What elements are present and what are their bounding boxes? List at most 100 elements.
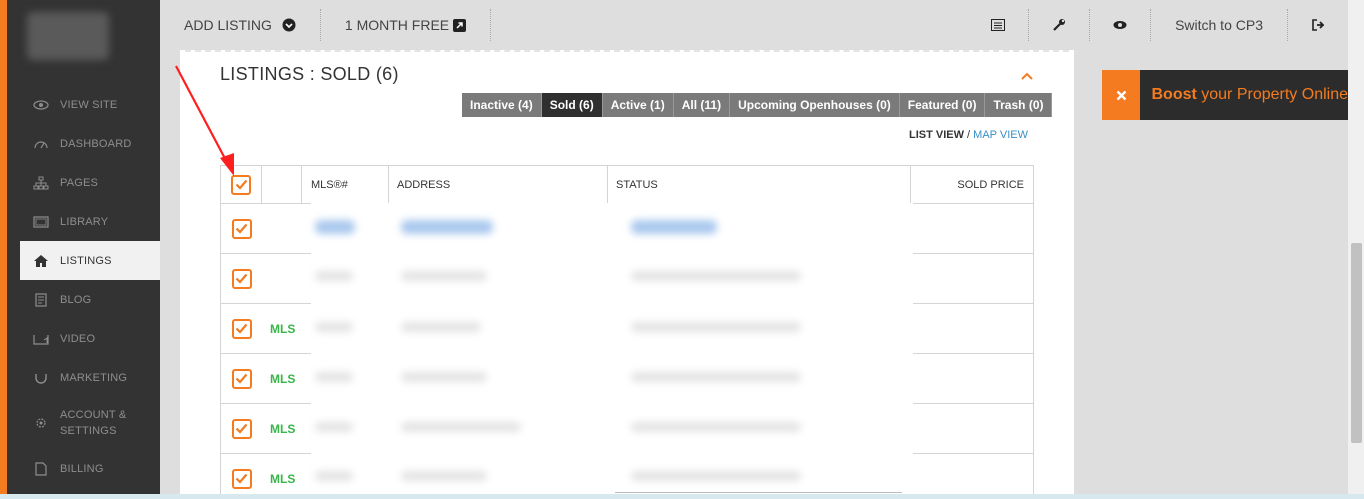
page-title: LISTINGS : SOLD (6) — [220, 64, 399, 84]
add-listing-button[interactable]: ADD LISTING — [160, 7, 320, 43]
row-checkbox[interactable] — [231, 218, 252, 239]
video-icon — [32, 332, 50, 346]
sidebar-item-pages[interactable]: PAGES — [20, 163, 160, 202]
sidebar-item-label: ACCOUNT & SETTINGS — [60, 407, 126, 439]
preview-button[interactable] — [1090, 7, 1150, 43]
home-icon — [32, 254, 50, 268]
sidebar-item-view-site[interactable]: VIEW SITE — [20, 85, 160, 124]
filter-trash[interactable]: Trash (0) — [985, 93, 1053, 117]
sidebar-item-label: MARKETING — [60, 371, 128, 384]
eye-icon — [1113, 18, 1127, 32]
external-link-icon — [453, 18, 467, 32]
row-select-cell — [221, 354, 262, 403]
row-checkbox[interactable] — [231, 468, 252, 489]
row-badge-cell — [262, 254, 302, 303]
header-address[interactable]: ADDRESS — [389, 166, 608, 203]
document-icon — [32, 292, 50, 307]
logout-button[interactable] — [1288, 7, 1348, 43]
check-icon — [235, 373, 248, 384]
check-icon — [235, 423, 248, 434]
header-badge — [262, 166, 302, 203]
filter-sold[interactable]: Sold (6) — [541, 93, 603, 117]
sign-out-icon — [1311, 18, 1325, 32]
switch-cp3-button[interactable]: Switch to CP3 — [1151, 7, 1287, 43]
sidebar: VIEW SITE DASHBOARD PAGES LIBRARY LISTIN… — [0, 0, 160, 499]
table-header: MLS®# ADDRESS STATUS SOLD PRICE — [221, 166, 1033, 204]
sidebar-item-account-settings[interactable]: ACCOUNT & SETTINGS — [20, 397, 160, 449]
logo[interactable] — [27, 12, 109, 60]
sidebar-item-billing[interactable]: BILLING — [20, 449, 160, 488]
image-icon — [32, 215, 50, 229]
month-free-link[interactable]: 1 MONTH FREE — [321, 7, 490, 43]
redacted-text — [315, 372, 353, 382]
row-checkbox[interactable] — [231, 318, 252, 339]
sidebar-item-library[interactable]: LIBRARY — [20, 202, 160, 241]
redacted-text — [631, 322, 801, 332]
switch-cp3-label: Switch to CP3 — [1175, 17, 1263, 33]
filter-all[interactable]: All (11) — [673, 93, 731, 117]
add-listing-label: ADD LISTING — [184, 17, 272, 33]
list-alt-button[interactable] — [968, 7, 1028, 43]
redacted-text — [631, 422, 801, 432]
redacted-text — [631, 220, 717, 234]
sidebar-item-label: DASHBOARD — [60, 137, 132, 150]
header-sold-price[interactable]: SOLD PRICE — [911, 166, 1033, 203]
check-icon — [235, 323, 248, 334]
boost-banner[interactable]: Boost your Property Online — [1102, 70, 1348, 120]
sidebar-nav: VIEW SITE DASHBOARD PAGES LIBRARY LISTIN… — [20, 85, 160, 488]
sidebar-item-marketing[interactable]: MARKETING — [20, 358, 160, 397]
sidebar-item-label-line1: ACCOUNT & — [60, 409, 127, 421]
collapse-button[interactable] — [1020, 68, 1034, 81]
bottom-strip — [0, 494, 1364, 499]
eye-icon — [32, 98, 50, 112]
redacted-text — [401, 271, 487, 281]
filter-active[interactable]: Active (1) — [602, 93, 674, 117]
mls-badge: MLS — [270, 421, 296, 436]
row-checkbox[interactable] — [231, 418, 252, 439]
sidebar-item-dashboard[interactable]: DASHBOARD — [20, 124, 160, 163]
sidebar-item-blog[interactable]: BLOG — [20, 280, 160, 319]
sidebar-item-video[interactable]: VIDEO — [20, 319, 160, 358]
file-icon — [32, 461, 50, 476]
row-select-cell — [221, 304, 262, 353]
check-icon — [235, 473, 248, 484]
close-banner-button[interactable] — [1102, 70, 1141, 120]
wrench-icon — [1052, 18, 1066, 32]
redacted-text — [631, 372, 801, 382]
row-select-cell — [221, 204, 262, 253]
sidebar-item-label: BILLING — [60, 462, 104, 475]
sidebar-item-label: BLOG — [60, 293, 92, 306]
status-filter-tabs: Inactive (4) Sold (6) Active (1) All (11… — [462, 93, 1053, 117]
magnet-icon — [32, 371, 50, 385]
map-view-link[interactable]: MAP VIEW — [973, 129, 1028, 141]
row-checkbox[interactable] — [231, 268, 252, 289]
sidebar-item-label: PAGES — [60, 176, 99, 189]
topbar-separator — [490, 9, 492, 41]
row-checkbox[interactable] — [231, 368, 252, 389]
scrollbar-thumb[interactable] — [1351, 243, 1362, 443]
chevron-up-icon — [1020, 71, 1034, 81]
topbar-right: Switch to CP3 — [968, 7, 1348, 43]
row-badge-cell: MLS — [262, 454, 302, 499]
header-status[interactable]: STATUS — [608, 166, 911, 203]
view-separator: / — [964, 129, 974, 141]
check-icon — [235, 273, 248, 284]
sidebar-item-listings[interactable]: LISTINGS — [20, 241, 160, 280]
redacted-text — [315, 220, 355, 234]
header-mls[interactable]: MLS®# — [302, 166, 389, 203]
redacted-text — [315, 322, 353, 332]
filter-inactive[interactable]: Inactive (4) — [462, 93, 542, 117]
tools-button[interactable] — [1029, 7, 1089, 43]
redacted-text — [401, 372, 487, 382]
filter-upcoming-openhouses[interactable]: Upcoming Openhouses (0) — [730, 93, 900, 117]
row-badge-cell — [262, 204, 302, 253]
sidebar-accent-stripe — [0, 0, 7, 499]
month-free-label: 1 MONTH FREE — [344, 17, 450, 33]
dashed-divider — [185, 50, 1069, 52]
list-view-link[interactable]: LIST VIEW — [909, 129, 964, 141]
mls-badge: MLS — [270, 471, 296, 486]
list-alt-icon — [991, 18, 1006, 32]
sidebar-item-label: LIBRARY — [60, 215, 109, 228]
row-select-cell — [221, 404, 262, 453]
filter-featured[interactable]: Featured (0) — [899, 93, 986, 117]
